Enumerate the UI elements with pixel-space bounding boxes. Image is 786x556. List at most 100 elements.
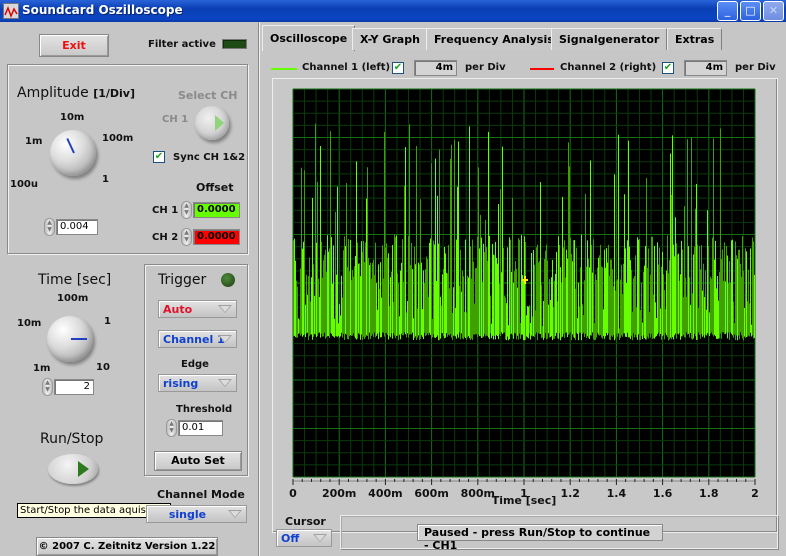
x-tick-label: 1.8: [699, 487, 719, 500]
trigger-led: [221, 273, 235, 287]
edge-dropdown[interactable]: rising: [158, 374, 237, 392]
copyright-label: © 2007 C. Zeitnitz Version 1.22: [36, 537, 218, 556]
x-tick-label: 400m: [368, 487, 402, 500]
tab-oscilloscope[interactable]: Oscilloscope: [262, 25, 356, 51]
time-title: Time [sec]: [38, 272, 112, 288]
tab-xy-graph[interactable]: X-Y Graph: [352, 28, 428, 50]
minimize-button[interactable]: _: [717, 1, 738, 21]
channel1-per-div-label: per Div: [465, 62, 506, 73]
trigger-mode-dropdown[interactable]: Auto: [158, 300, 237, 318]
minimize-icon: _: [724, 4, 731, 17]
time-knob-pointer: [71, 338, 87, 340]
checkmark-icon: ✔: [663, 62, 673, 73]
checkmark-icon: ✔: [154, 151, 164, 162]
channel-mode-dropdown[interactable]: single: [146, 505, 247, 523]
threshold-spinner[interactable]: ▲ ▼: [166, 419, 177, 437]
tab-bar: Oscilloscope X-Y Graph Frequency Analysi…: [262, 25, 782, 55]
play-icon: [215, 115, 224, 131]
x-tick-label: 1.2: [560, 487, 580, 500]
select-ch-title: Select CH: [178, 89, 238, 102]
x-axis-label: Time [sec]: [492, 494, 557, 507]
trigger-panel: [144, 264, 248, 476]
play-icon: [78, 461, 89, 477]
offset-ch1-spinner[interactable]: ▲ ▼: [181, 201, 192, 219]
time-spinner[interactable]: ▲ ▼: [42, 378, 53, 396]
channel2-label: Channel 2 (right): [560, 62, 657, 73]
sync-checkbox[interactable]: ✔: [153, 151, 165, 163]
maximize-button[interactable]: □: [740, 1, 761, 21]
threshold-field[interactable]: 0.01: [178, 420, 223, 436]
status-message: Paused - press Run/Stop to continue - CH…: [417, 524, 663, 552]
edge-value: rising: [163, 377, 199, 390]
sync-label: Sync CH 1&2: [173, 152, 246, 163]
threshold-label: Threshold: [176, 404, 233, 415]
amplitude-title: Amplitude [1/Div]: [17, 85, 135, 101]
chevron-down-icon: [218, 305, 232, 313]
run-stop-button[interactable]: [48, 454, 98, 484]
tab-signalgenerator[interactable]: Signalgenerator: [551, 28, 668, 50]
amplitude-unit: [1/Div]: [93, 87, 136, 100]
x-tick-label: 600m: [414, 487, 448, 500]
time-tick-label: 10: [96, 362, 110, 373]
amplitude-spinner[interactable]: ▲ ▼: [44, 218, 55, 236]
exit-button[interactable]: Exit: [39, 34, 109, 57]
offset-ch2-field[interactable]: 0.0000: [193, 229, 240, 245]
tab-extras[interactable]: Extras: [667, 28, 723, 50]
channel-mode-value: single: [168, 508, 207, 521]
cursor-dropdown[interactable]: Off: [276, 529, 332, 547]
maximize-icon: □: [745, 4, 756, 17]
filter-active-label: Filter active: [148, 39, 216, 50]
close-icon: ✕: [768, 4, 779, 17]
time-tick-label: 10m: [17, 318, 42, 329]
time-value-field[interactable]: 2: [54, 379, 94, 395]
time-tick-label: 1: [104, 316, 111, 327]
chevron-down-icon: [218, 335, 232, 343]
chevron-down-icon: [313, 534, 327, 542]
amplitude-knob-pointer: [66, 138, 75, 154]
amplitude-tick-label: 1: [102, 174, 109, 185]
channel-mode-label: Channel Mode: [157, 488, 245, 501]
x-tick-label: 2: [751, 487, 759, 500]
trigger-title: Trigger: [158, 272, 207, 288]
x-tick-label: 200m: [322, 487, 356, 500]
title-bar: Soundcard Oszilloscope _ □ ✕: [0, 0, 786, 22]
panel-divider: [258, 22, 260, 556]
cursor-label: Cursor: [285, 515, 326, 528]
offset-ch2-label: CH 2: [152, 232, 179, 243]
close-button[interactable]: ✕: [763, 1, 784, 21]
tab-frequency-analysis[interactable]: Frequency Analysis: [426, 28, 562, 50]
x-tick-label: 0: [289, 487, 297, 500]
amplitude-label: Amplitude: [17, 85, 89, 101]
channel1-checkbox[interactable]: ✔: [392, 62, 404, 74]
oscilloscope-graph: 0 200m 400m 600m 800m 1 1.2 1.4 1.6 1.8 2 Time [se…: [272, 78, 778, 533]
trigger-channel-dropdown[interactable]: Channel 1: [158, 330, 237, 348]
x-tick-label: 1.4: [607, 487, 627, 500]
chevron-down-icon: [218, 379, 232, 387]
window-title: Soundcard Oszilloscope: [22, 3, 183, 17]
select-ch-label: CH 1: [162, 114, 189, 125]
chevron-down-icon: [228, 510, 242, 518]
channel2-per-div-field[interactable]: 4m: [684, 60, 727, 76]
main-window: Exit Filter active Amplitude [1/Div] 100…: [0, 22, 786, 556]
trigger-channel-value: Channel 1: [163, 333, 225, 346]
amplitude-tick-label: 100m: [102, 133, 134, 144]
channel1-label: Channel 1 (left): [302, 62, 391, 73]
amplitude-value-field[interactable]: 0.004: [56, 219, 98, 235]
channel2-checkbox[interactable]: ✔: [662, 62, 674, 74]
offset-ch1-label: CH 1: [152, 205, 179, 216]
time-knob[interactable]: [47, 316, 93, 362]
filter-led: [222, 39, 247, 49]
amplitude-knob[interactable]: [50, 130, 96, 176]
offset-ch1-field[interactable]: 0.0000: [193, 202, 240, 218]
amplitude-tick-label: 10m: [60, 112, 85, 123]
offset-title: Offset: [196, 181, 234, 194]
auto-set-button[interactable]: Auto Set: [154, 451, 242, 471]
channel1-color-swatch: [271, 68, 297, 70]
amplitude-tick-label: 1m: [25, 136, 43, 147]
offset-ch2-spinner[interactable]: ▲ ▼: [181, 228, 192, 246]
oscilloscope-wave-icon: [3, 3, 19, 19]
cursor-value: Off: [281, 532, 300, 545]
scope-svg[interactable]: 0 200m 400m 600m 800m 1 1.2 1.4 1.6 1.8 2 Time [se…: [273, 79, 779, 534]
channel1-per-div-field[interactable]: 4m: [414, 60, 457, 76]
select-ch-button[interactable]: [195, 106, 229, 140]
